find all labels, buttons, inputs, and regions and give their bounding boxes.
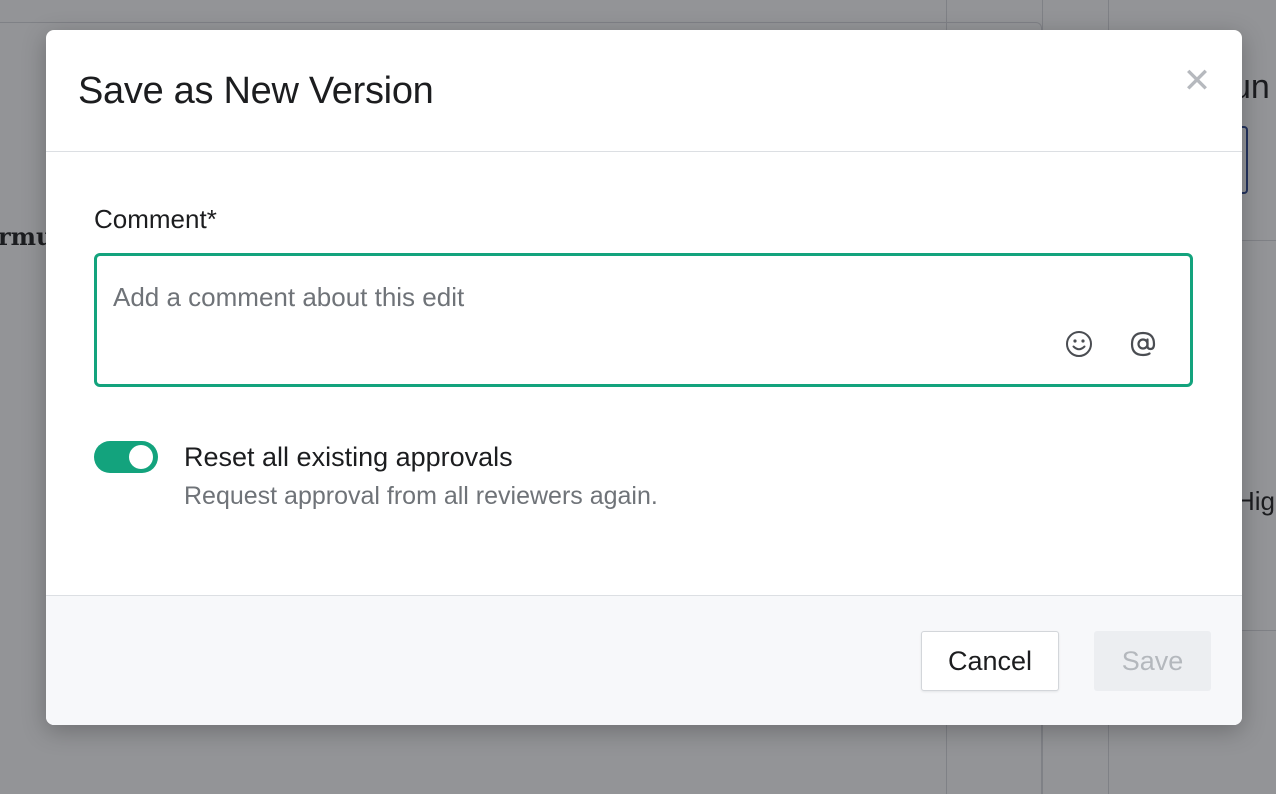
reset-approvals-toggle[interactable] (94, 441, 158, 473)
save-version-dialog: Save as New Version ✕ Comment* Reset all… (46, 30, 1242, 725)
dialog-title: Save as New Version (78, 70, 434, 112)
close-icon[interactable]: ✕ (1180, 64, 1214, 98)
cancel-button[interactable]: Cancel (921, 631, 1059, 691)
dialog-header: Save as New Version ✕ (46, 30, 1242, 152)
dialog-footer: Cancel Save (46, 595, 1242, 725)
save-button[interactable]: Save (1094, 631, 1211, 691)
toggle-knob (129, 445, 153, 469)
reset-approvals-description: Request approval from all reviewers agai… (184, 482, 658, 510)
comment-field[interactable] (94, 253, 1193, 387)
comment-input[interactable] (111, 276, 1015, 318)
smiley-icon[interactable] (1063, 328, 1095, 360)
at-icon[interactable] (1127, 328, 1159, 360)
reset-approvals-label: Reset all existing approvals (184, 442, 513, 472)
comment-label: Comment* (94, 204, 217, 234)
